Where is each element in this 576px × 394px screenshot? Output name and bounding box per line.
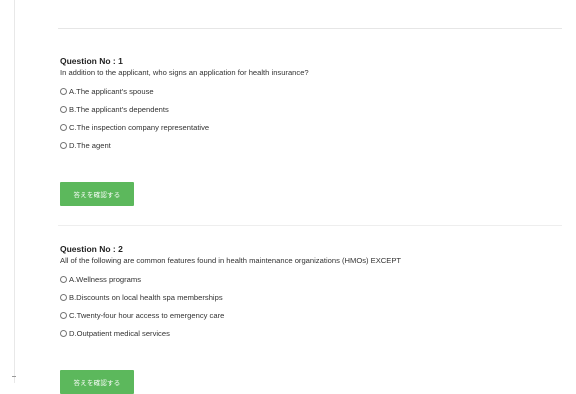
check-answer-button-1[interactable]: 答えを確認する xyxy=(60,182,134,206)
option-a[interactable]: A.The applicant's spouse xyxy=(60,83,560,101)
answer-options: A.Wellness programs B.Discounts on local… xyxy=(60,271,560,342)
question-divider xyxy=(58,225,562,226)
question-2: Question No : 2 All of the following are… xyxy=(60,244,560,342)
option-label: C.The inspection company representative xyxy=(69,122,210,132)
option-a[interactable]: A.Wellness programs xyxy=(60,271,560,289)
option-c[interactable]: C.Twenty-four hour access to emergency c… xyxy=(60,307,560,325)
option-label: B.The applicant's dependents xyxy=(69,105,169,115)
option-d[interactable]: D.Outpatient medical services xyxy=(60,324,560,342)
option-d[interactable]: D.The agent xyxy=(60,136,560,154)
option-b[interactable]: B.The applicant's dependents xyxy=(60,101,560,119)
option-c[interactable]: C.The inspection company representative xyxy=(60,119,560,137)
check-answer-button-2[interactable]: 答えを確認する xyxy=(60,370,134,394)
option-label: A.Wellness programs xyxy=(69,275,142,285)
radio-icon[interactable] xyxy=(60,123,67,131)
option-label: B.Discounts on local health spa membersh… xyxy=(69,293,223,303)
question-text: In addition to the applicant, who signs … xyxy=(60,68,309,77)
left-border-line xyxy=(14,0,15,383)
answer-options: A.The applicant's spouse B.The applicant… xyxy=(60,83,560,154)
question-number: Question No : 2 xyxy=(60,244,123,254)
radio-icon[interactable] xyxy=(60,329,67,337)
radio-icon[interactable] xyxy=(60,141,67,149)
top-divider xyxy=(58,28,562,29)
radio-icon[interactable] xyxy=(60,311,67,319)
option-label: A.The applicant's spouse xyxy=(69,87,154,97)
radio-icon[interactable] xyxy=(60,106,67,114)
option-label: D.The agent xyxy=(69,140,111,150)
radio-icon[interactable] xyxy=(60,88,67,96)
radio-icon[interactable] xyxy=(60,294,67,302)
question-text: All of the following are common features… xyxy=(60,256,402,265)
radio-icon[interactable] xyxy=(60,276,67,284)
option-label: D.Outpatient medical services xyxy=(69,328,170,338)
option-b[interactable]: B.Discounts on local health spa membersh… xyxy=(60,289,560,307)
question-1: Question No : 1 In addition to the appli… xyxy=(60,56,560,154)
question-number: Question No : 1 xyxy=(60,56,123,66)
option-label: C.Twenty-four hour access to emergency c… xyxy=(69,310,225,320)
corner-mark xyxy=(12,376,16,377)
